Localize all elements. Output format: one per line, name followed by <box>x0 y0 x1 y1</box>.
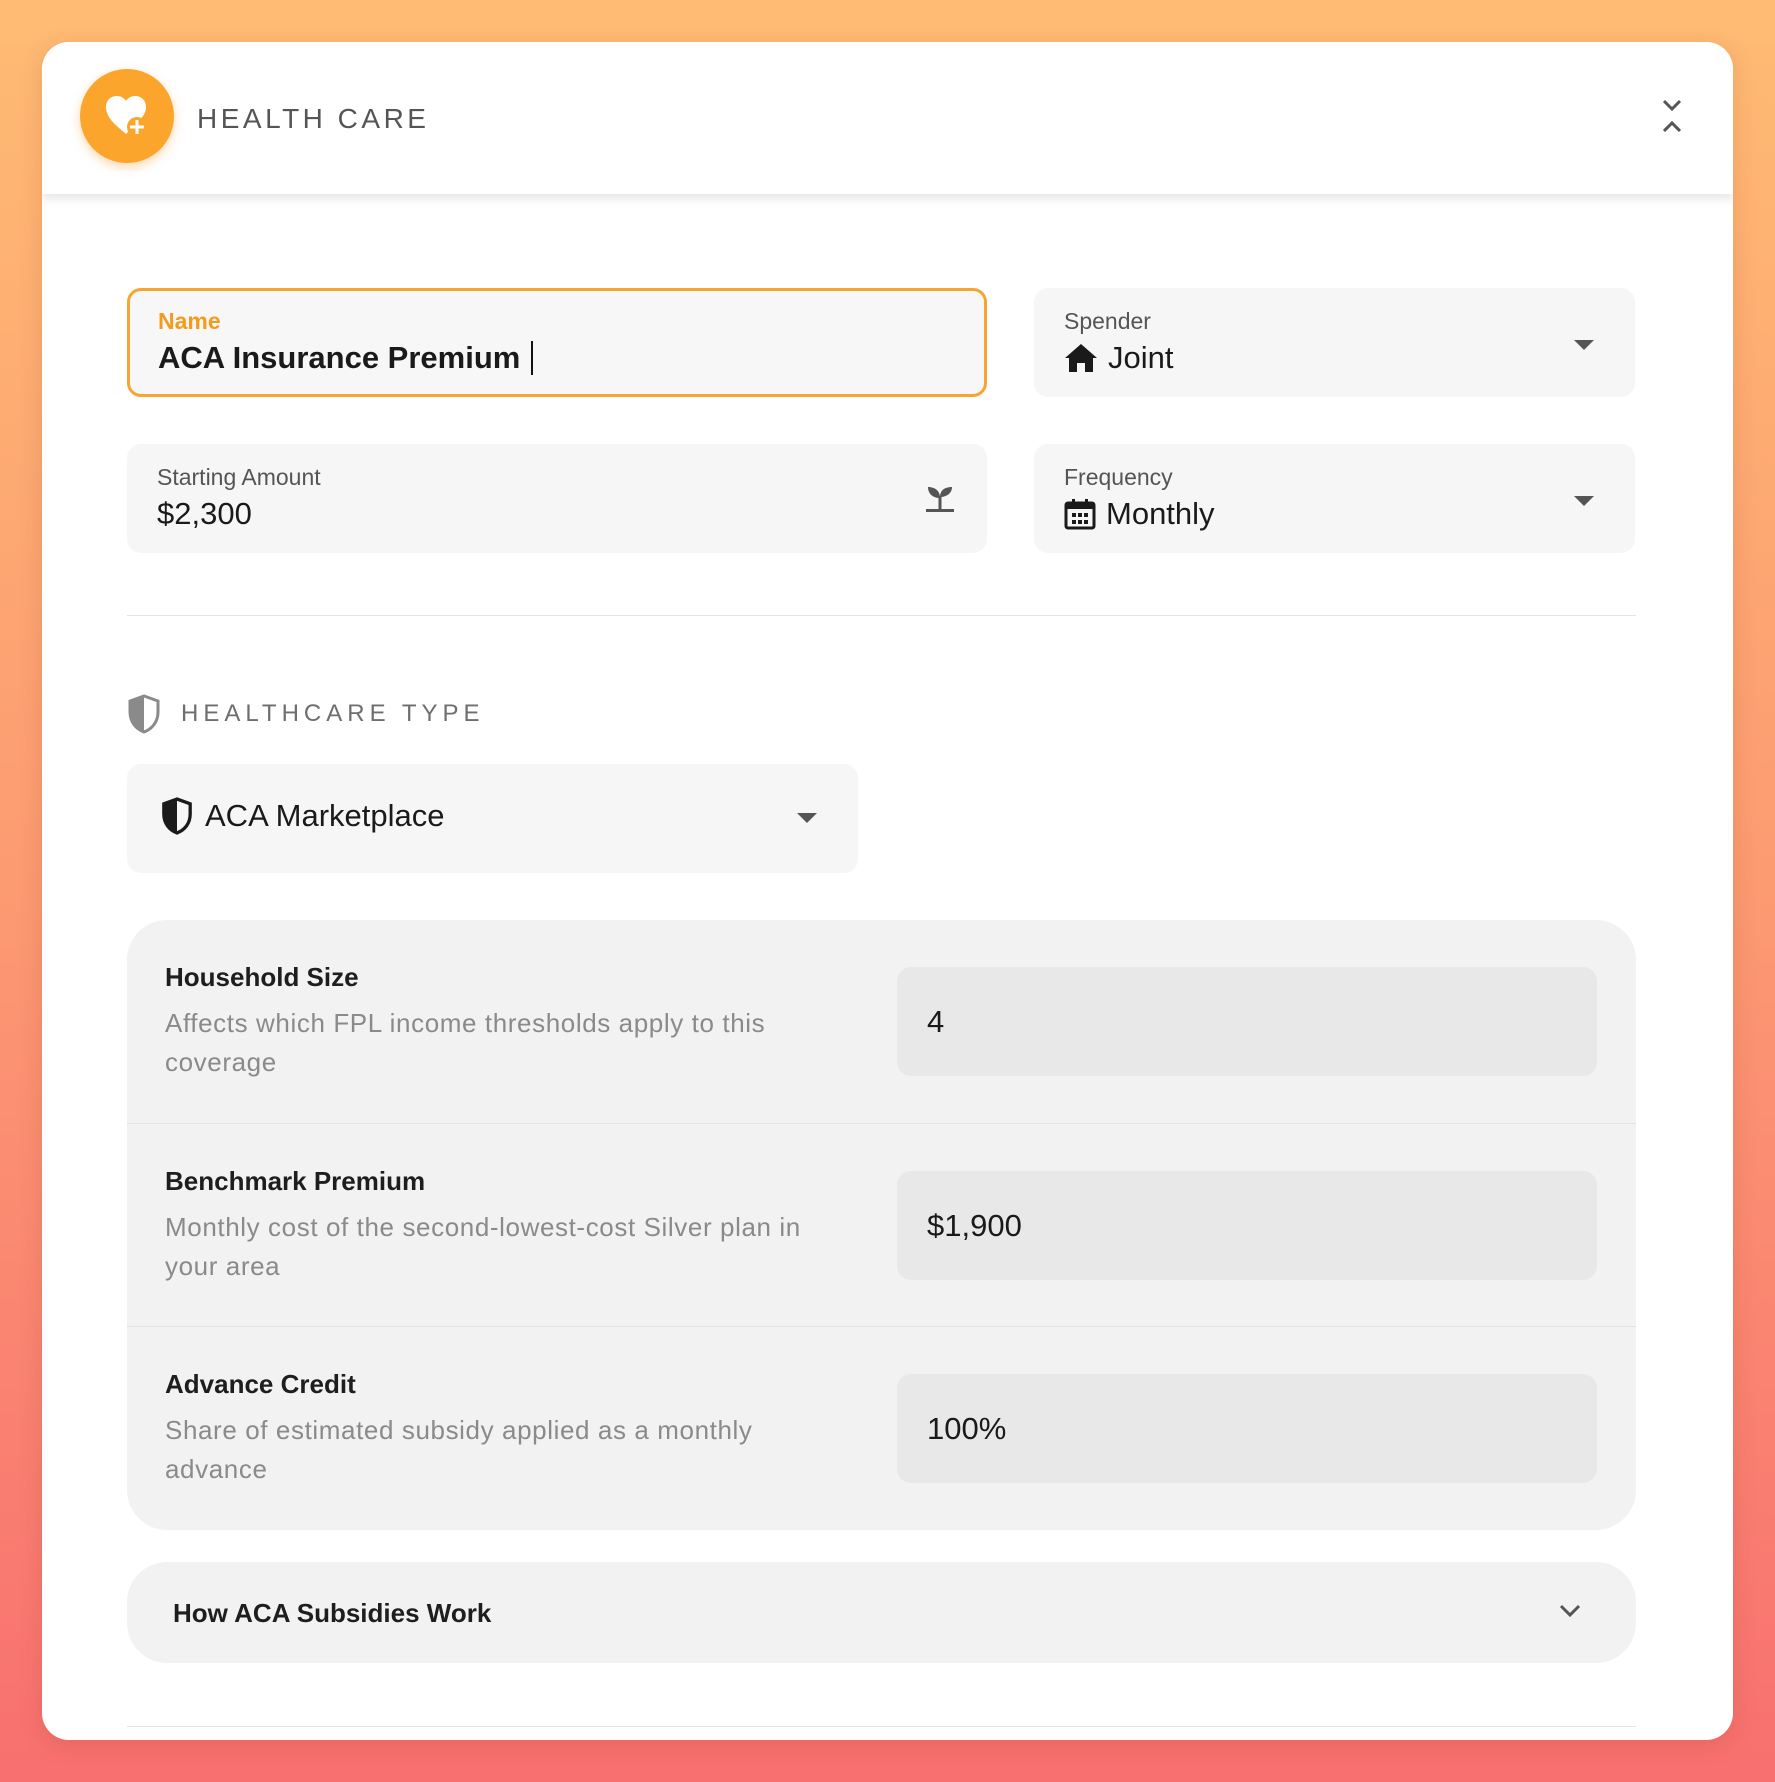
chevron-down-icon <box>1574 340 1594 350</box>
param-row-household-size: Household Size Affects which FPL income … <box>127 920 1636 1123</box>
starting-amount-input[interactable]: $2,300 <box>157 496 252 532</box>
advance-credit-input[interactable]: 100% <box>897 1374 1597 1483</box>
healthcare-type-heading: HEALTHCARE TYPE <box>127 694 485 734</box>
aca-parameters-panel: Household Size Affects which FPL income … <box>127 920 1636 1530</box>
calendar-icon <box>1064 499 1096 530</box>
shield-icon <box>162 797 192 835</box>
param-row-advance-credit: Advance Credit Share of estimated subsid… <box>127 1326 1636 1529</box>
param-label: Benchmark Premium <box>165 1166 426 1196</box>
collapse-icon <box>1662 99 1682 133</box>
starting-amount-label: Starting Amount <box>157 464 321 490</box>
household-size-input[interactable]: 4 <box>897 967 1597 1076</box>
spender-select[interactable]: Spender Joint <box>1034 288 1635 397</box>
spender-label: Spender <box>1064 308 1151 334</box>
card-header: HEALTH CARE <box>42 42 1733 194</box>
text-caret <box>531 341 534 375</box>
healthcare-type-select[interactable]: ACA Marketplace <box>127 764 858 873</box>
frequency-label: Frequency <box>1064 464 1173 490</box>
healthcare-type-value: ACA Marketplace <box>205 798 445 833</box>
param-label: Household Size <box>165 962 359 992</box>
param-row-benchmark-premium: Benchmark Premium Monthly cost of the se… <box>127 1123 1636 1326</box>
name-input[interactable]: ACA Insurance Premium <box>158 340 520 376</box>
param-description: Monthly cost of the second-lowest-cost S… <box>165 1212 801 1281</box>
frequency-select[interactable]: Frequency Monthly <box>1034 444 1635 553</box>
home-icon <box>1065 344 1097 372</box>
param-description: Affects which FPL income thresholds appl… <box>165 1008 766 1077</box>
section-divider <box>127 615 1636 616</box>
param-label: Advance Credit <box>165 1369 356 1399</box>
heart-plus-icon <box>80 69 174 163</box>
chevron-down-icon <box>1559 1604 1581 1618</box>
accordion-label: How ACA Subsidies Work <box>173 1598 492 1628</box>
name-label: Name <box>158 308 221 334</box>
spender-value: Joint <box>1108 340 1174 375</box>
chevron-down-icon <box>797 813 817 823</box>
collapse-button[interactable] <box>1652 94 1692 138</box>
how-aca-subsidies-work-accordion[interactable]: How ACA Subsidies Work <box>127 1562 1636 1663</box>
param-description: Share of estimated subsidy applied as a … <box>165 1415 753 1484</box>
name-field[interactable]: Name ACA Insurance Premium <box>127 288 987 397</box>
chevron-down-icon <box>1574 496 1594 506</box>
frequency-value: Monthly <box>1106 496 1215 531</box>
healthcare-type-title: HEALTHCARE TYPE <box>181 700 485 727</box>
card-title: HEALTH CARE <box>197 103 430 134</box>
bottom-divider <box>127 1726 1636 1727</box>
shield-icon <box>128 694 160 734</box>
health-care-card: HEALTH CARE Name ACA Insurance Premium S… <box>42 42 1733 1740</box>
starting-amount-field[interactable]: Starting Amount $2,300 <box>127 444 987 553</box>
benchmark-premium-input[interactable]: $1,900 <box>897 1171 1597 1280</box>
sprout-icon <box>926 487 954 512</box>
